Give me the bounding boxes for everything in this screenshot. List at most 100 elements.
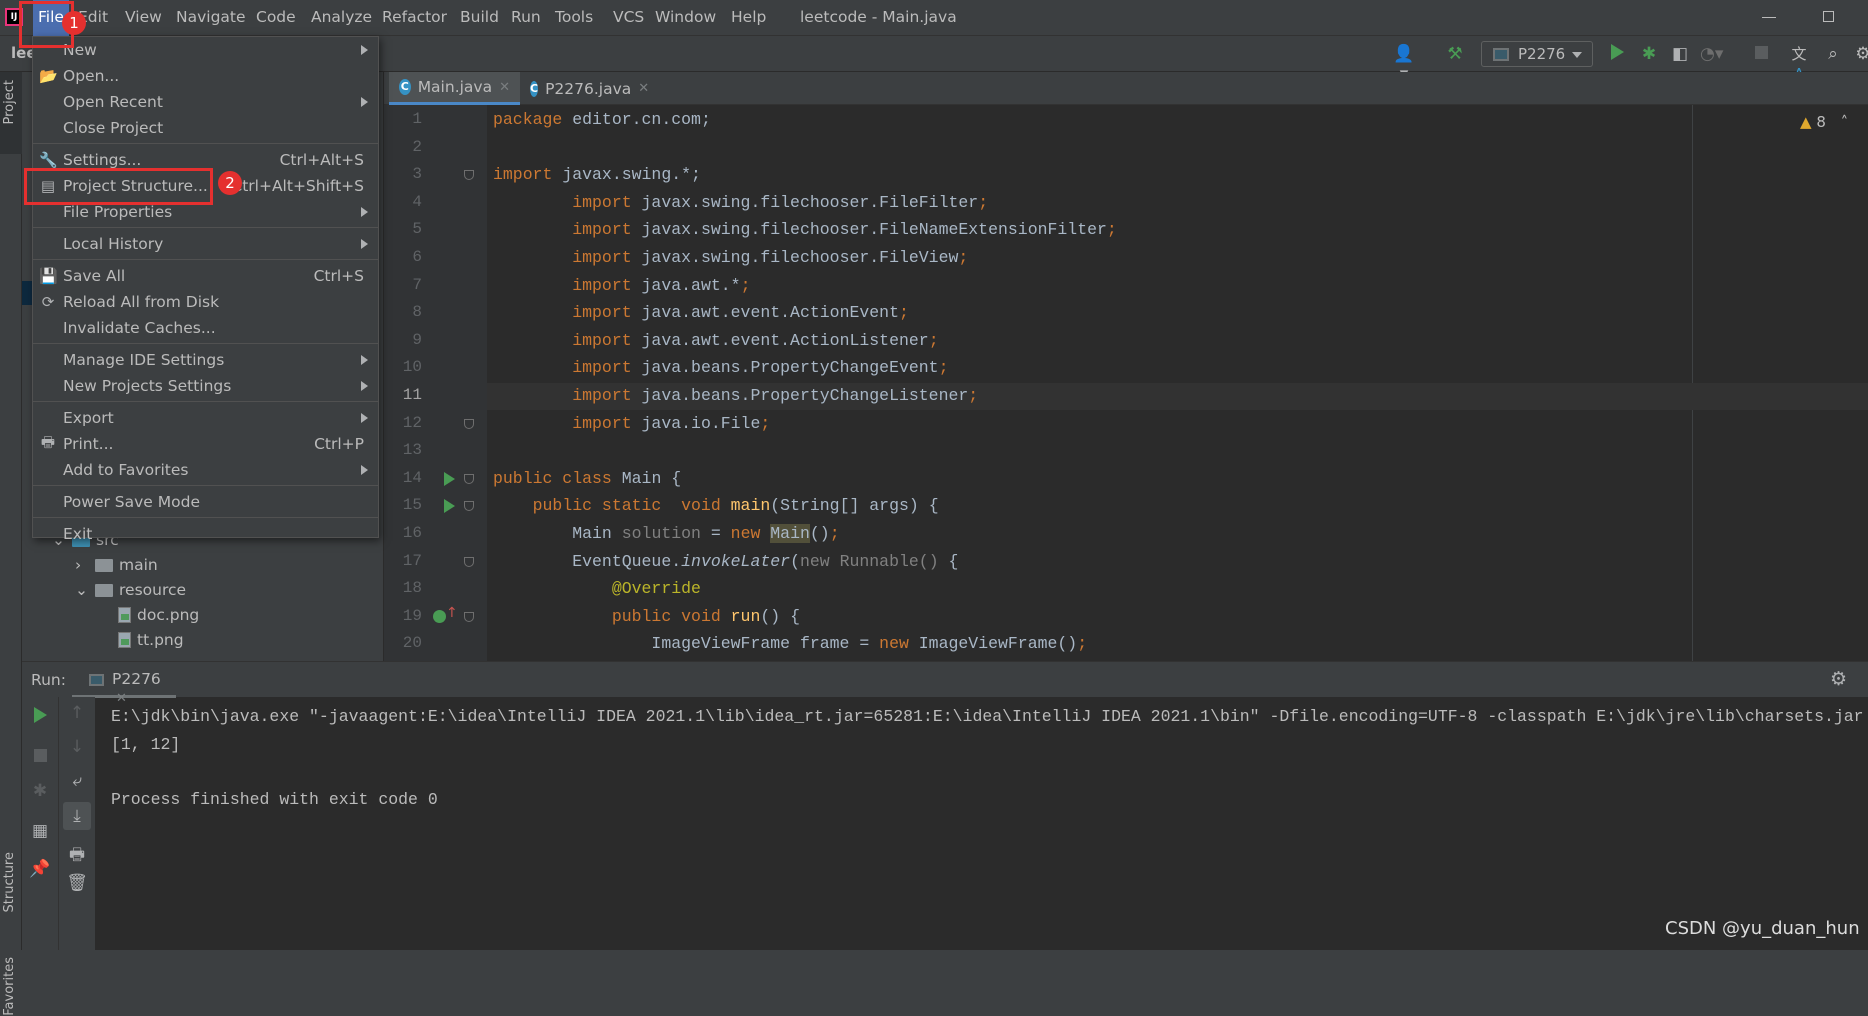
menu-item-new[interactable]: New — [33, 37, 378, 63]
menu-window[interactable]: Window — [655, 8, 716, 26]
menu-help[interactable]: Help — [731, 8, 766, 26]
menu-item-export[interactable]: Export — [33, 405, 378, 431]
fold-marker-icon[interactable] — [464, 611, 474, 622]
tree-item-label: tt.png — [137, 631, 184, 649]
chevron-down-icon[interactable]: ⌄ — [75, 581, 89, 599]
stop-icon[interactable] — [28, 747, 52, 767]
account-icon[interactable]: 👤▾ — [1393, 44, 1415, 84]
menu-item-manage-ide-settings[interactable]: Manage IDE Settings — [33, 347, 378, 373]
menu-vcs[interactable]: VCS — [613, 8, 644, 26]
minimize-icon[interactable] — [1762, 17, 1776, 18]
menu-item-new-projects-settings[interactable]: New Projects Settings — [33, 373, 378, 399]
menu-code[interactable]: Code — [256, 8, 296, 26]
editor-tabs: C Main.java ✕ C P2276.java ✕ — [384, 72, 1868, 105]
console-line: [1, 12] — [111, 734, 181, 754]
run-toolbar-secondary: ↑ ↓ ⤶ ⤓ 🖶 🗑 — [59, 697, 95, 950]
menu-item-save-all[interactable]: 💾 Save All Ctrl+S — [33, 263, 378, 289]
run-icon[interactable] — [1606, 44, 1628, 64]
print-icon: 🖶 — [40, 432, 56, 451]
trash-icon[interactable]: 🗑 — [65, 873, 89, 893]
console-line: Process finished with exit code 0 — [111, 789, 438, 809]
menu-tools[interactable]: Tools — [555, 8, 593, 26]
menu-item-power-save-mode[interactable]: Power Save Mode — [33, 489, 378, 515]
file-menu: New 📂 Open... Open Recent Close Project 🔧 Sett… — [32, 36, 379, 543]
menu-item-open-recent[interactable]: Open Recent — [33, 89, 378, 115]
fold-marker-icon[interactable] — [464, 501, 474, 512]
menu-item-label: New Projects Settings — [63, 377, 232, 395]
shortcut-label: Ctrl+Alt+S — [279, 151, 364, 169]
chevron-up-icon[interactable]: ˄ — [1841, 113, 1849, 131]
code-token: import — [572, 275, 642, 295]
scroll-to-end-icon[interactable]: ⤓ — [63, 802, 91, 830]
structure-tab[interactable]: Structure — [2, 852, 17, 912]
run-config-select[interactable]: P2276 — [1481, 41, 1593, 67]
menu-item-add-to-favorites[interactable]: Add to Favorites — [33, 457, 378, 483]
chevron-right-icon[interactable]: › — [75, 556, 89, 574]
tab-p2276-java[interactable]: C P2276.java ✕ — [520, 72, 655, 105]
code-token: ImageViewFrame frame = — [493, 634, 880, 654]
tab-label: P2276.java — [545, 79, 632, 98]
pin-icon[interactable]: 📌 — [28, 859, 52, 879]
menu-item-local-history[interactable]: Local History — [33, 231, 378, 257]
menu-item-close-project[interactable]: Close Project — [33, 115, 378, 141]
close-icon[interactable]: ✕ — [116, 691, 127, 706]
fold-marker-icon[interactable] — [464, 556, 474, 567]
menu-view[interactable]: View — [125, 8, 162, 26]
code-token: java.io.File — [641, 413, 761, 433]
code-line: public static void main(String[] args) { — [493, 496, 939, 515]
fold-marker-icon[interactable] — [464, 418, 474, 429]
run-gutter-icon[interactable] — [444, 499, 455, 514]
override-method-icon[interactable] — [433, 609, 446, 623]
rerun-icon[interactable] — [28, 707, 52, 728]
stop-icon[interactable] — [1750, 44, 1772, 64]
close-icon[interactable]: ✕ — [499, 80, 510, 95]
code-editor[interactable]: 1 2 3 4 5 6 7 8 9 10 11 12 13 14 15 16 17 18 19 ↑ 20 package… — [384, 105, 1868, 661]
arrow-down-icon[interactable]: ↓ — [65, 737, 89, 757]
fold-marker-icon[interactable] — [464, 473, 474, 484]
code-line: ImageViewFrame frame = new ImageViewFram… — [493, 634, 1087, 653]
gear-icon[interactable]: ⚙ — [1830, 668, 1847, 690]
menu-item-open[interactable]: 📂 Open... — [33, 63, 378, 89]
tab-main-java[interactable]: C Main.java ✕ — [389, 72, 520, 105]
window-title: leetcode - Main.java — [800, 8, 957, 26]
gear-icon[interactable]: ⚙ — [1852, 44, 1868, 64]
layout-icon[interactable]: ▦ — [28, 821, 52, 841]
tree-item-doc-png[interactable]: doc.png — [118, 606, 199, 624]
menu-item-reload-all-from-disk[interactable]: ⟳ Reload All from Disk — [33, 289, 378, 315]
menu-refactor[interactable]: Refactor — [382, 8, 447, 26]
build-hammer-icon[interactable]: ⚒ — [1444, 44, 1466, 64]
search-icon[interactable]: ⌕ — [1822, 44, 1844, 64]
watermark: CSDN @yu_duan_hun — [1665, 918, 1860, 939]
arrow-up-icon[interactable]: ↑ — [65, 703, 89, 723]
run-gutter-icon[interactable] — [444, 471, 455, 486]
debug-bug-icon[interactable]: ✱ — [1638, 44, 1660, 64]
restore-icon[interactable] — [1823, 11, 1834, 22]
menu-build[interactable]: Build — [460, 8, 499, 26]
menu-run[interactable]: Run — [511, 8, 541, 26]
print-icon[interactable]: 🖶 — [65, 842, 89, 871]
coverage-icon[interactable]: ◧ — [1669, 44, 1691, 64]
tree-item-tt-png[interactable]: tt.png — [118, 631, 184, 649]
favorites-tab[interactable]: Favorites — [2, 957, 17, 1016]
menu-analyze[interactable]: Analyze — [311, 8, 372, 26]
menu-navigate[interactable]: Navigate — [176, 8, 246, 26]
menu-item-invalidate-caches[interactable]: Invalidate Caches... — [33, 315, 378, 341]
close-icon[interactable]: ✕ — [638, 81, 649, 96]
profile-icon[interactable]: ◔▾ — [1700, 44, 1723, 64]
menu-item-print[interactable]: 🖶 Print... Ctrl+P — [33, 431, 378, 457]
fold-marker-icon[interactable] — [464, 170, 474, 181]
soft-wrap-icon[interactable]: ⤶ — [65, 771, 89, 791]
menu-bar: IJ File Edit View Navigate Code Analyze Refact… — [0, 0, 1868, 36]
translate-icon[interactable]: 文A — [1788, 44, 1810, 83]
code-token: java.beans.PropertyChangeListener — [641, 386, 969, 405]
tree-item-resource[interactable]: ⌄ resource — [75, 581, 186, 599]
submenu-arrow-icon — [361, 355, 368, 365]
debug-settings-icon[interactable]: ✱ — [28, 781, 52, 801]
code-line: import javax.swing.*; — [493, 165, 701, 184]
inspection-widget[interactable]: ▲ 8 ˄ — [1800, 113, 1848, 131]
tree-item-main[interactable]: › main — [75, 556, 158, 574]
run-tab-p2276[interactable]: P2276 ✕ — [72, 662, 176, 706]
project-tool-tab[interactable]: Project — [0, 72, 22, 154]
menu-item-exit[interactable]: Exit — [33, 521, 378, 547]
